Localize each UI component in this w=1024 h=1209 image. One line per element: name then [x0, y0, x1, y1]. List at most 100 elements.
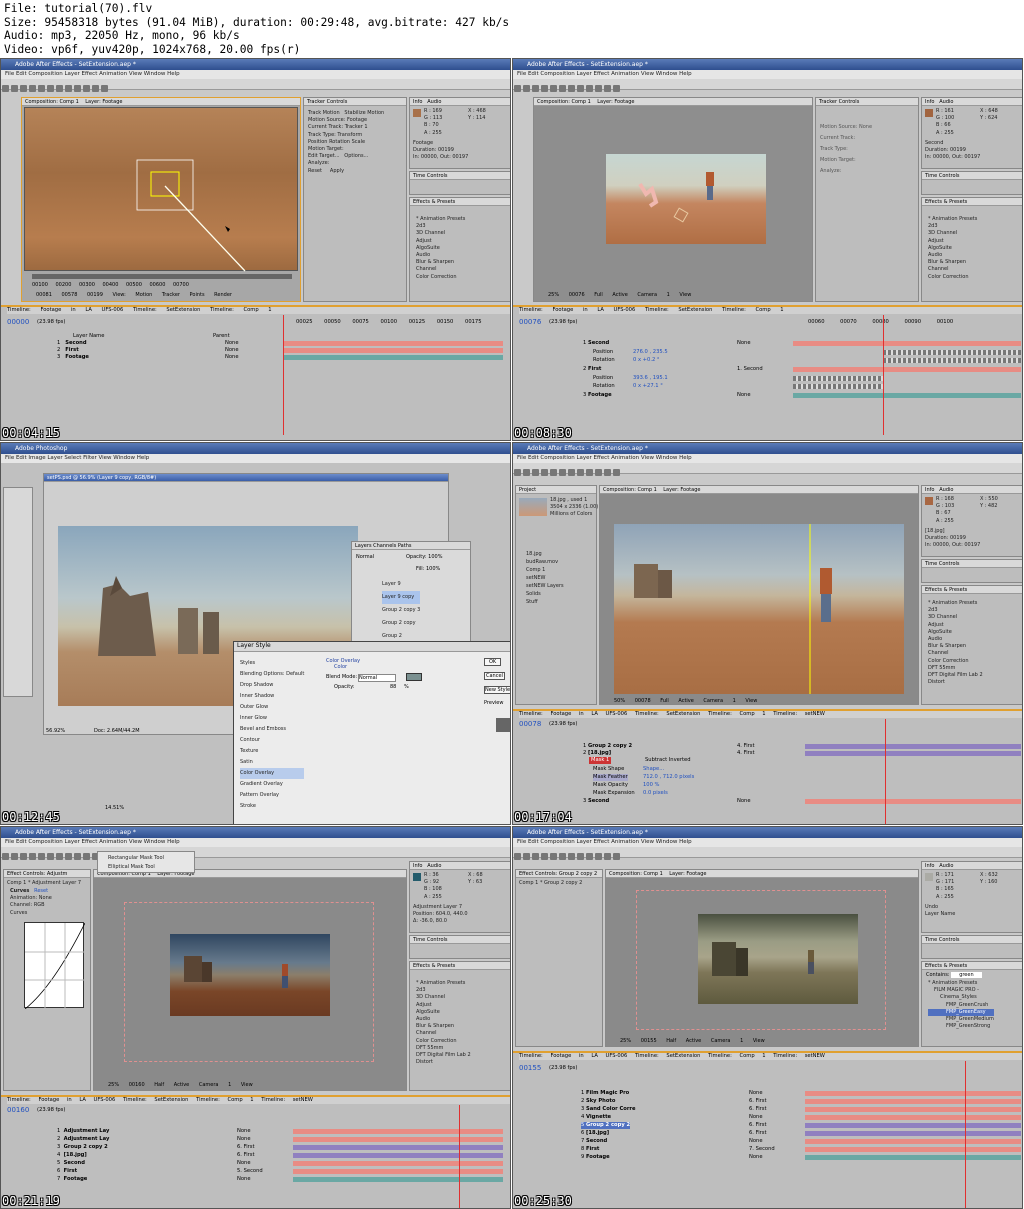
- menu-bar[interactable]: File Edit Composition Layer Effect Anima…: [513, 454, 1022, 463]
- menu-bar[interactable]: File Edit Composition Layer Effect Anima…: [1, 838, 510, 847]
- tab-composition[interactable]: Composition: Comp 1: [603, 487, 657, 493]
- tab-layer[interactable]: Layer: Footage: [597, 99, 634, 105]
- effects-search-input[interactable]: green: [951, 972, 982, 978]
- blend-mode-select[interactable]: Normal: [356, 554, 374, 560]
- layer-bar[interactable]: [293, 1145, 503, 1150]
- reset-link[interactable]: Reset: [34, 888, 48, 894]
- timecode[interactable]: 00000: [7, 319, 29, 326]
- keyframes[interactable]: [793, 376, 883, 381]
- timecode[interactable]: 00076: [519, 319, 541, 326]
- layer-bar[interactable]: [805, 1123, 1021, 1128]
- ps-toolbox[interactable]: [3, 487, 33, 697]
- playhead[interactable]: [883, 315, 884, 435]
- layer-bar[interactable]: [293, 1169, 503, 1174]
- elliptical-mask-tool[interactable]: Elliptical Mask Tool: [108, 863, 164, 872]
- tab-composition[interactable]: Composition: Comp 1: [25, 99, 79, 105]
- tools-panel[interactable]: [513, 847, 1022, 860]
- curves-graph[interactable]: [24, 922, 86, 1010]
- playhead[interactable]: [965, 1061, 966, 1208]
- keyframes[interactable]: [793, 384, 883, 389]
- tools-panel[interactable]: [513, 463, 1022, 476]
- layer-row[interactable]: 1 Second: [583, 340, 609, 347]
- layer-bar[interactable]: [805, 751, 1021, 756]
- time-controls-panel[interactable]: Time Controls: [921, 171, 1022, 195]
- color-swatch[interactable]: [406, 673, 422, 681]
- comp-image[interactable]: [606, 154, 766, 244]
- layer-bar[interactable]: [293, 1161, 503, 1166]
- playhead[interactable]: [459, 1105, 460, 1208]
- layer-bar[interactable]: [793, 341, 1021, 346]
- styles-list[interactable]: Styles Blending Options: Default Drop Shad…: [240, 658, 305, 812]
- cancel-button[interactable]: Cancel: [484, 672, 505, 680]
- layer-row[interactable]: 1 Second: [57, 340, 87, 347]
- tools-panel[interactable]: [1, 847, 510, 860]
- layer-bar[interactable]: [805, 1091, 1021, 1096]
- edit-target-button[interactable]: Edit Target...: [308, 153, 340, 159]
- comp-image[interactable]: [614, 524, 904, 694]
- layer-bar[interactable]: [805, 1147, 1021, 1152]
- reset-button[interactable]: Reset: [308, 168, 322, 174]
- layer-row[interactable]: 3 Footage: [57, 354, 89, 361]
- track-points[interactable]: [25, 108, 299, 272]
- layer-bar[interactable]: [293, 1153, 503, 1158]
- track-motion-button[interactable]: Track Motion: [308, 110, 340, 116]
- tab-layer[interactable]: Layer: Footage: [85, 99, 122, 105]
- blend-mode-dropdown[interactable]: Normal: [358, 674, 396, 682]
- options-button[interactable]: Options...: [344, 153, 368, 159]
- rectangular-mask-tool[interactable]: Rectangular Mask Tool: [108, 854, 164, 863]
- time-controls-panel[interactable]: Time Controls: [409, 935, 510, 959]
- layer-bar[interactable]: [293, 1177, 503, 1182]
- apply-button[interactable]: Apply: [330, 168, 344, 174]
- time-controls-panel[interactable]: Time Controls: [921, 559, 1022, 583]
- tools-panel[interactable]: [513, 79, 1022, 92]
- layer-row[interactable]: 3 Footage: [583, 392, 612, 399]
- playhead[interactable]: [283, 315, 284, 435]
- timecode[interactable]: 00078: [519, 721, 541, 728]
- layer-bar[interactable]: [805, 1131, 1021, 1136]
- stabilize-button[interactable]: Stabilize Motion: [344, 110, 384, 116]
- keyframes[interactable]: [883, 350, 1021, 355]
- menu-bar[interactable]: File Edit Composition Layer Effect Anima…: [513, 70, 1022, 79]
- time-controls-panel[interactable]: Time Controls: [409, 171, 510, 195]
- layer-bar[interactable]: [805, 744, 1021, 749]
- layer-bar[interactable]: [805, 1099, 1021, 1104]
- tab-layer[interactable]: Layer: Footage: [663, 487, 700, 493]
- time-controls-panel[interactable]: Time Controls: [921, 935, 1022, 959]
- layer-row[interactable]: 2 First: [57, 347, 79, 354]
- fill-field[interactable]: 100%: [426, 566, 440, 572]
- property-row[interactable]: Position: [593, 349, 613, 356]
- layer-bar[interactable]: [805, 1155, 1021, 1160]
- ok-button[interactable]: OK: [484, 658, 502, 666]
- property-row[interactable]: Rotation: [593, 383, 615, 390]
- timecode[interactable]: 00155: [519, 1065, 541, 1072]
- layer-bar[interactable]: [805, 1107, 1021, 1112]
- property-row[interactable]: Position: [593, 375, 613, 382]
- tools-panel[interactable]: [1, 79, 510, 92]
- timecode[interactable]: 00160: [7, 1107, 29, 1114]
- layer-bar[interactable]: [793, 393, 1021, 398]
- opacity-value[interactable]: 88: [390, 684, 396, 690]
- preview-checkbox[interactable]: Preview: [484, 700, 503, 706]
- project-items[interactable]: 18.jpg budRaw.mov Comp 1 setNEW setNEW Layer…: [526, 550, 564, 606]
- layer-row[interactable]: 2 First: [583, 366, 601, 373]
- layer-bar[interactable]: [805, 799, 1021, 804]
- opacity-field[interactable]: 100%: [428, 554, 442, 560]
- layer-bar[interactable]: [805, 1115, 1021, 1120]
- layer-bar[interactable]: [805, 1139, 1021, 1144]
- keyframes[interactable]: [883, 358, 1021, 363]
- menu-bar[interactable]: File Edit Composition Layer Effect Anima…: [513, 838, 1022, 847]
- playhead[interactable]: [885, 719, 886, 824]
- menu-bar[interactable]: File Edit Composition Layer Effect Anima…: [1, 70, 510, 79]
- ps-layer-list[interactable]: Layer 9 Layer 9 copy Group 2 copy 3 Group 2…: [382, 578, 421, 643]
- layer-bar[interactable]: [283, 348, 503, 353]
- footage-view[interactable]: [24, 107, 299, 272]
- tab-composition[interactable]: Composition: Comp 1: [537, 99, 591, 105]
- layer-bar[interactable]: [793, 367, 1021, 372]
- new-style-button[interactable]: New Style...: [484, 686, 510, 694]
- menu-bar[interactable]: File Edit Image Layer Select Filter View…: [1, 454, 510, 463]
- layer-bar[interactable]: [283, 341, 503, 346]
- layer-bar[interactable]: [293, 1137, 503, 1142]
- layer-bar[interactable]: [293, 1129, 503, 1134]
- mask-tool-menu[interactable]: Rectangular Mask Tool Elliptical Mask Too…: [97, 851, 195, 873]
- property-row[interactable]: Rotation: [593, 357, 615, 364]
